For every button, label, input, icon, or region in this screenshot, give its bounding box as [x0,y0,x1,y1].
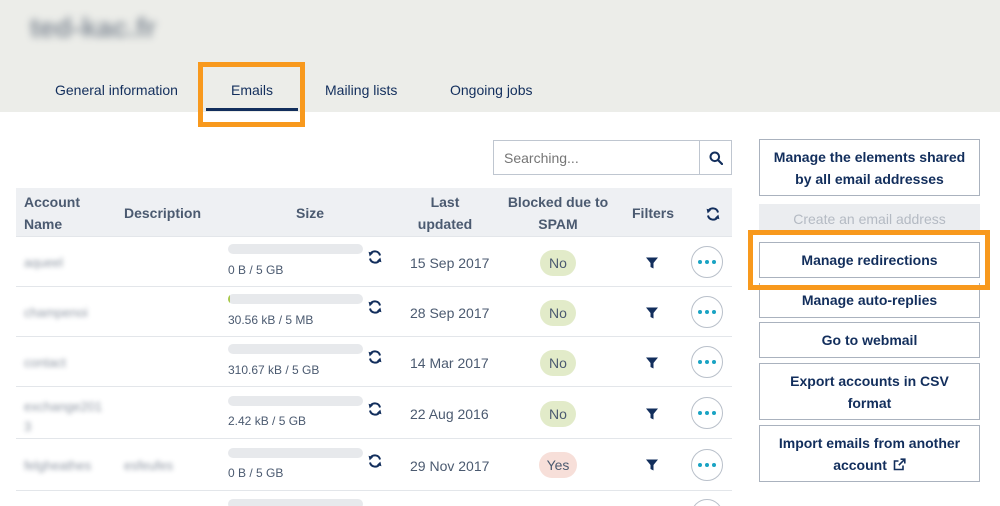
account-name[interactable]: exchange2013 [24,397,106,437]
import-emails-button[interactable]: Import emails from another account [759,425,980,482]
last-updated: 29 Nov 2017 [410,458,490,474]
domain-title: ted-kac.fr [30,12,157,43]
usage-bar-fill [228,294,231,304]
row-divider [16,490,732,491]
last-updated: 28 Sep 2017 [410,305,490,321]
filter-icon[interactable] [645,256,659,270]
size-text: 30.56 kB / 5 MB [228,313,314,327]
usage-bar [228,294,363,304]
spam-status-badge: No [540,300,576,326]
row-divider [16,386,732,387]
usage-bar [228,448,363,458]
last-updated: 14 Mar 2017 [410,355,489,371]
row-divider [16,336,732,337]
account-name[interactable]: aqueel [24,255,63,270]
export-accounts-csv-button[interactable]: Export accounts in CSV format [759,363,980,420]
row-divider [16,286,732,287]
spam-status-badge: Yes [539,452,577,478]
size-text: 2.42 kB / 5 GB [228,414,307,428]
refresh-icon[interactable] [367,349,383,365]
refresh-icon[interactable] [367,453,383,469]
usage-bar [228,344,363,354]
account-name[interactable]: felgheathes [24,458,91,473]
manage-redirections-highlight [748,230,990,290]
spam-status-badge: No [540,350,576,376]
size-text: 0 B / 5 GB [228,466,284,480]
search-input[interactable] [493,140,700,175]
import-emails-label: Import emails from another account [772,432,967,476]
more-options-button[interactable] [691,246,723,278]
column-header-size[interactable]: Size [296,202,324,224]
size-text: 310.67 kB / 5 GB [228,363,320,377]
column-header-last-updated[interactable]: Last updated [412,191,478,235]
filter-icon[interactable] [645,356,659,370]
filter-icon[interactable] [645,407,659,421]
emails-tab-highlight [198,62,305,127]
header-bar: ted-kac.fr General information Emails Ma… [0,0,1000,112]
refresh-icon[interactable] [367,249,383,265]
column-header-filters: Filters [632,205,675,221]
size-text: 0 B / 5 GB [228,263,284,277]
import-emails-text: Import emails from another account [778,434,961,473]
account-description: esfeufes [124,458,174,473]
row-divider [16,438,732,439]
more-options-button[interactable] [691,346,723,378]
more-options-button[interactable] [691,449,723,481]
more-options-button[interactable] [691,397,723,429]
filter-icon[interactable] [645,306,659,320]
usage-bar [228,396,363,406]
tab-ongoing-jobs[interactable]: Ongoing jobs [450,82,533,98]
refresh-icon[interactable] [367,299,383,315]
column-header-description[interactable]: Description [124,202,201,224]
row-divider [16,236,732,237]
more-options-button[interactable] [691,296,723,328]
column-header-blocked-spam[interactable]: Blocked due to SPAM [503,191,613,235]
usage-bar [228,499,363,506]
column-header-account-name[interactable]: Account Name [24,191,94,235]
search-button[interactable] [699,140,732,175]
search-icon [709,151,723,165]
more-options-button[interactable] [691,499,723,506]
usage-bar [228,244,363,254]
spam-status-badge: No [540,250,576,276]
last-updated: 22 Aug 2016 [410,406,489,422]
tab-mailing-lists[interactable]: Mailing lists [325,82,397,98]
refresh-icon[interactable] [367,401,383,417]
filter-icon[interactable] [645,458,659,472]
go-to-webmail-button[interactable]: Go to webmail [759,322,980,358]
account-name[interactable]: champenoi [24,305,88,320]
refresh-icon[interactable] [705,206,721,222]
last-updated: 15 Sep 2017 [410,255,490,271]
manage-shared-elements-button[interactable]: Manage the elements shared by all email … [759,139,980,196]
external-link-icon [893,457,906,470]
spam-status-badge: No [540,401,576,427]
account-name[interactable]: contact [24,355,66,370]
tab-general-information[interactable]: General information [55,82,178,98]
